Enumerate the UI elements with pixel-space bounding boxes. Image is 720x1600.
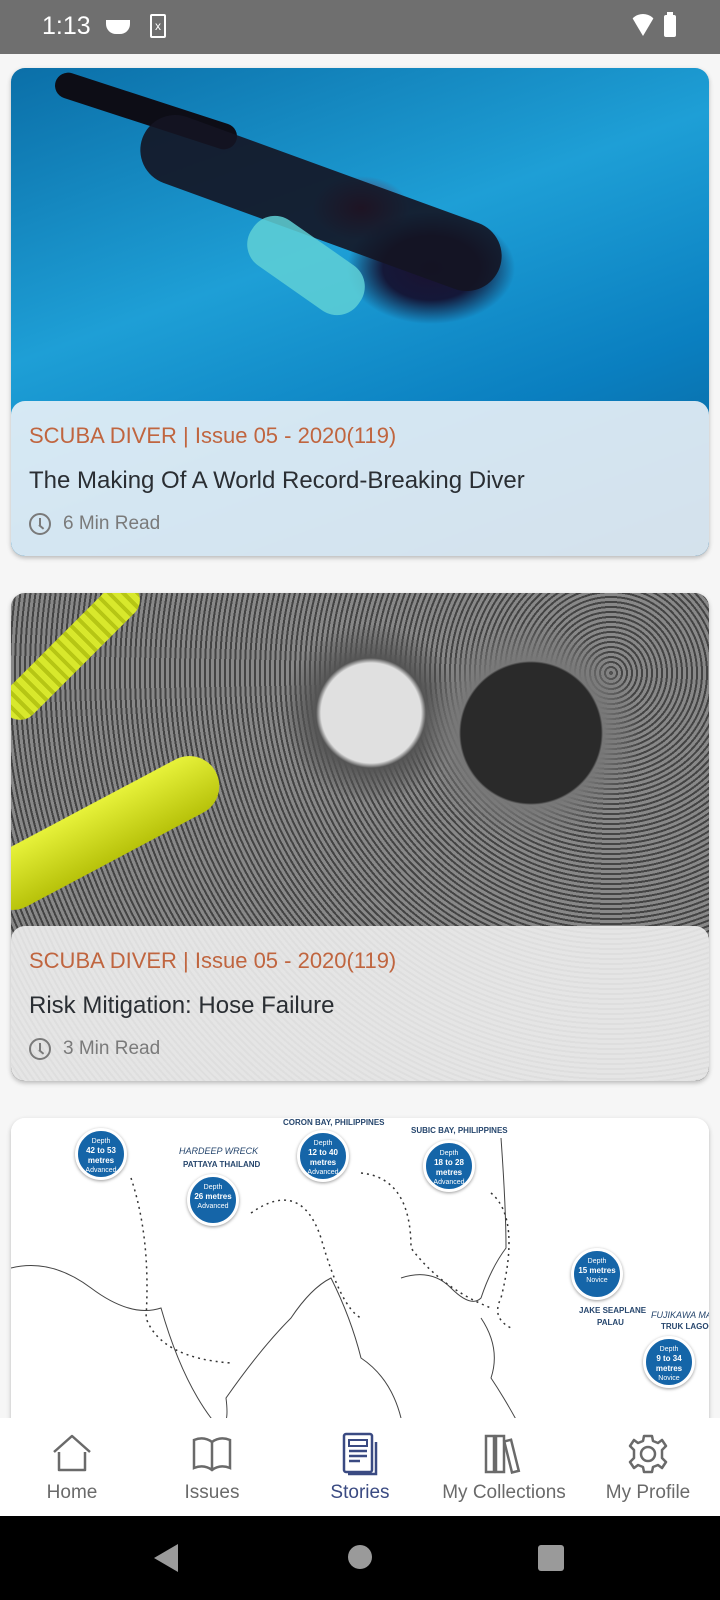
map-bubble: Depth 15 metres Novice: [571, 1248, 623, 1300]
story-card[interactable]: SCUBA DIVER | Issue 05 - 2020(119) Risk …: [11, 593, 709, 1081]
home-icon: [53, 1434, 91, 1472]
system-navigation-bar: [0, 1516, 720, 1600]
map-bubble: Depth 12 to 40 metres Advanced: [297, 1130, 349, 1182]
nav-home[interactable]: Home: [0, 1418, 144, 1516]
sim-card-icon: x: [150, 14, 166, 38]
collections-icon: [484, 1434, 521, 1475]
read-time-text: 3 Min Read: [63, 1038, 161, 1059]
read-time-text: 6 Min Read: [63, 513, 161, 534]
story-info-panel: SCUBA DIVER | Issue 05 - 2020(119) The M…: [11, 401, 709, 556]
map-label: FUJIKAWA MAR: [651, 1310, 709, 1320]
map-label: CORON BAY, PHILIPPINES: [283, 1118, 385, 1127]
bottom-nav: Home Issues Stories My Collections My Pr…: [0, 1418, 720, 1516]
story-info-panel: SCUBA DIVER | Issue 05 - 2020(119) Risk …: [11, 926, 709, 1081]
map-label: SUBIC BAY, PHILIPPINES: [411, 1126, 508, 1135]
clock-icon: [29, 513, 51, 535]
nav-label: My Profile: [605, 1482, 691, 1503]
nav-stories[interactable]: Stories: [288, 1418, 432, 1516]
map-label: JAKE SEAPLANE: [579, 1306, 647, 1315]
recent-apps-icon[interactable]: [538, 1545, 564, 1571]
story-card[interactable]: SCUBA DIVER | Issue 05 - 2020(119) The M…: [11, 68, 709, 556]
nav-my-collections[interactable]: My Collections: [432, 1418, 576, 1516]
map-label: TRUK LAGOON: [661, 1322, 709, 1331]
map-bubble: Depth 42 to 53 metres Advanced: [75, 1128, 127, 1180]
story-meta: SCUBA DIVER | Issue 05 - 2020(119): [29, 948, 397, 973]
wifi-icon: [630, 14, 656, 36]
map-label: PATTAYA THAILAND: [183, 1160, 261, 1169]
map-label: HARDEEP WRECK: [179, 1146, 259, 1156]
status-bar: 1:13 x: [0, 0, 720, 54]
read-time: 6 Min Read: [29, 513, 160, 535]
back-icon[interactable]: [154, 1544, 178, 1572]
nav-issues[interactable]: Issues: [140, 1418, 284, 1516]
nav-my-profile[interactable]: My Profile: [576, 1418, 720, 1516]
map-bubble: Depth 9 to 34 metres Novice: [643, 1336, 695, 1388]
story-title[interactable]: Risk Mitigation: Hose Failure: [29, 992, 334, 1020]
story-title[interactable]: The Making Of A World Record-Breaking Di…: [29, 467, 525, 495]
read-time: 3 Min Read: [29, 1038, 160, 1060]
status-time: 1:13: [42, 12, 91, 40]
clock-icon: [29, 1038, 51, 1060]
map-bubble: Depth 26 metres Advanced: [187, 1174, 239, 1226]
map-bubble: Depth 18 to 28 metres Advanced: [423, 1140, 475, 1192]
book-icon: [192, 1437, 232, 1472]
nav-label: Issues: [184, 1482, 240, 1503]
story-image-map: Depth 42 to 53 metres Advanced Depth 26 met…: [11, 1118, 709, 1420]
nav-label: Home: [46, 1482, 98, 1503]
story-card[interactable]: Depth 42 to 53 metres Advanced Depth 26 met…: [11, 1118, 709, 1420]
home-button-icon[interactable]: [348, 1545, 372, 1569]
stories-feed[interactable]: SCUBA DIVER | Issue 05 - 2020(119) The M…: [0, 54, 720, 1420]
stories-icon: [342, 1432, 378, 1476]
story-meta: SCUBA DIVER | Issue 05 - 2020(119): [29, 423, 397, 448]
battery-icon: [664, 12, 676, 37]
nav-label: My Collections: [442, 1482, 566, 1503]
gear-icon: [628, 1434, 668, 1474]
weather-icon: [106, 20, 130, 34]
map-label: PALAU: [597, 1318, 624, 1327]
nav-label: Stories: [330, 1482, 390, 1503]
